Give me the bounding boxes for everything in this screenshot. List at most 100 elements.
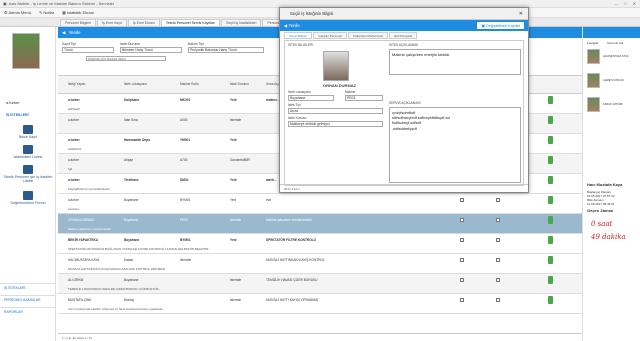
cell-location: Hammadde Depo [124, 138, 151, 142]
bakim-tipi-select[interactable]: Periyodik Bakımlar Hariç Tümü [188, 47, 264, 53]
sidebar-item-istatistik[interactable]: İstatistikleri Listesi [0, 145, 56, 159]
cell-desc: MONTAJ HATTINDAKİ KAYIŞ KONTROL [266, 258, 325, 262]
makine-select[interactable]: PE03 [345, 95, 383, 101]
row-detail-text: 24020221 [68, 147, 82, 151]
admin-menu-button[interactable]: ⚙ Admin Menü [4, 10, 31, 15]
kabul-checkbox[interactable] [460, 218, 464, 222]
kabul-checkbox[interactable] [460, 238, 464, 242]
kapat-checkbox[interactable] [496, 278, 500, 282]
grid-pager[interactable]: 1 / 1 ► ►| Kayıt 1 / 11 [58, 333, 582, 341]
istek-konusu-input[interactable]: Makineye elektrik gelmiyor [288, 121, 383, 127]
istek-aciklamasi-textarea[interactable]: Makine çalışırken enerjisi kesildi. [389, 49, 521, 75]
tab-calisan-personel[interactable]: Çalışan Personel [313, 32, 347, 39]
sidebar-section-title: İŞ İSTEKLERİ [6, 113, 29, 117]
row-detail-text: fgd [68, 167, 73, 171]
kapat-checkbox[interactable] [496, 238, 500, 242]
cell-user: a.turker [68, 198, 79, 202]
main-refresh-button[interactable]: Yenile [68, 30, 80, 35]
kapat-checkbox[interactable] [496, 198, 500, 202]
kapat-checkbox[interactable] [496, 298, 500, 302]
window-controls: — □ ✕ [614, 1, 640, 6]
cell-status: İslemde [230, 278, 242, 282]
assignee-name[interactable]: FARUK.ÖZTÜRK [603, 103, 623, 106]
sidebar-item-bekle-kayit[interactable]: Bekle Kayıt [0, 125, 56, 139]
dialog-close-icon[interactable]: ✕ [519, 11, 523, 17]
kabul-checkbox[interactable] [460, 258, 464, 262]
table-row[interactable]: ORHAN.DURMAZ Boyahane PE03 İşlemde Makine ça… [58, 214, 582, 234]
cell-desc: aweb... [266, 178, 277, 182]
open-detail-button[interactable] [548, 256, 553, 264]
open-detail-button[interactable] [548, 196, 553, 204]
col-istek-durumu[interactable]: İstek Durumu [230, 82, 249, 86]
kabul-checkbox[interactable] [460, 278, 464, 282]
kabul-checkbox[interactable] [460, 198, 464, 202]
lokasyon-select[interactable]: Boyahane [288, 95, 334, 101]
tab-servis-kayitlari[interactable]: Teknik Personel Servis Kayıtları [160, 19, 221, 26]
col-makine-kodu[interactable]: Makine Kodu [180, 82, 199, 86]
table-row[interactable]: a.turker Boyahane BYM01 Yeni ewr ewrewre [58, 194, 582, 214]
cell-desc: TEMİZLİK HAVASI ÇİZER BORUSU [266, 278, 318, 282]
dialog-title: Seçili İş İsteğinin Bilgisi [290, 11, 334, 16]
grid-search-input[interactable] [86, 56, 166, 61]
col-istegi-yapan[interactable]: İsteği Yapan [68, 82, 85, 86]
open-detail-button[interactable] [548, 236, 553, 244]
cell-status: Yeni [230, 98, 237, 102]
sidebar-item-teknik-personel[interactable]: Teknik Personel için İş İstekleri Listes… [0, 165, 56, 183]
sidebar-footer-is-istekleri[interactable]: İŞ İSTEKLERİ [0, 283, 56, 292]
save-changes-button[interactable]: ▣ Değişiklikleri Kaydet [477, 22, 524, 29]
tab-genel-bilgiler[interactable]: Genel Bilgiler [284, 32, 313, 39]
row-detail-text: ewrewre [68, 207, 80, 211]
kabul-checkbox[interactable] [460, 298, 464, 302]
cell-status: İşlemde [230, 218, 242, 222]
kapat-checkbox[interactable] [496, 218, 500, 222]
table-row[interactable]: MUSTAFA.ÇİNK Montaj İslemde MONTAJ HATTI KA… [58, 294, 582, 314]
tab-is-emri-kayit[interactable]: İş Emri Kayıt [97, 19, 127, 26]
cell-code: A003 [180, 118, 188, 122]
table-row[interactable]: ALİ.ORKM Boyahane İslemde TEMİZLİK HAVASI Ç… [58, 274, 582, 294]
kapat-checkbox[interactable] [496, 258, 500, 262]
open-detail-button[interactable] [548, 176, 553, 184]
list-icon [23, 145, 33, 154]
row-detail-text: Yeni montaj hattı elektrik, ötherinet ve… [68, 307, 165, 311]
sidebar-footer-raporlar[interactable]: RAPORLAR [0, 307, 56, 316]
notes-button[interactable]: ✎ Notlar [39, 10, 54, 15]
tab-personel-bilgileri[interactable]: Personel Bilgileri [60, 19, 97, 26]
assignee-name[interactable]: HACIMUSTAFA.KAYA [603, 55, 629, 58]
open-detail-button[interactable] [548, 156, 553, 164]
istek-tipi-select[interactable]: Arıza [288, 108, 383, 114]
kayit-tipi-select[interactable]: Tümü [62, 47, 114, 53]
assignee-name[interactable]: AHMET.COSKUN [603, 79, 624, 82]
open-detail-button[interactable] [548, 116, 553, 124]
tab-ekli-dosyalar[interactable]: Ekli Dosyalar [389, 32, 418, 39]
section-istek-bilgileri: İSTEK BİLGİLERİ [288, 43, 314, 47]
cell-user: ORHAN.DURMAZ [68, 218, 95, 222]
table-row[interactable]: BEKİR.YAPAKTEKA Boyahane BYM01 Yeni SPEKTATÖ… [58, 234, 582, 254]
cell-user: a.turker [68, 118, 79, 122]
open-detail-button[interactable] [548, 216, 553, 224]
servis-aciklamasi-textarea[interactable]: çvdçfsdmfkdf sdfsdfnmçfxdf,sdfnxçfdfdfsç… [389, 107, 521, 183]
dialog-refresh-button[interactable]: Yenile [288, 23, 299, 28]
refresh-icon: ◀ [62, 29, 66, 35]
minimize-button[interactable]: — [614, 1, 618, 6]
cell-location: Kaban [124, 258, 134, 262]
form-icon [23, 191, 33, 200]
dialog-body: İSTEK BİLGİLERİ İSTEK AÇIKLAMASI ORHAN.D… [284, 40, 524, 186]
open-detail-button[interactable] [548, 296, 553, 304]
sidebar-footer-personel-bakimlar[interactable]: PERSONEL BAKIMLAR [0, 295, 56, 304]
cell-desc: MONTAJ HATTI KAYIŞI YIPRANMIŞ [266, 298, 319, 302]
istek-durumu-select[interactable]: Bitmeler Hariç Tümü [120, 47, 182, 53]
open-detail-button[interactable] [548, 276, 553, 284]
table-row[interactable]: HACIMUSTAFA.KAYA Kaban İslemde MONTAJ HATTI… [58, 254, 582, 274]
open-detail-button[interactable] [548, 136, 553, 144]
maximize-button[interactable]: □ [624, 1, 626, 6]
sidebar-item-degerlendirme[interactable]: Değerlendirme Formu [0, 191, 56, 205]
tab-kullanilan-malzemeler[interactable]: Kullanılan Malzemeler [347, 32, 389, 39]
tab-secili-is[interactable]: Seçili İş İstatistikleri [221, 19, 262, 26]
stats-screen-button[interactable]: ▦ İstatistik Ekranı [62, 10, 94, 15]
assignee-photo [587, 73, 600, 88]
close-button[interactable]: ✕ [633, 1, 636, 6]
col-istek-lokasyonu[interactable]: İstek Lokasyonu [124, 82, 147, 86]
open-detail-button[interactable] [548, 96, 553, 104]
cell-status: İslemde [230, 118, 242, 122]
tab-is-emri-ekrani[interactable]: İş Emri Ekranı [127, 19, 160, 26]
